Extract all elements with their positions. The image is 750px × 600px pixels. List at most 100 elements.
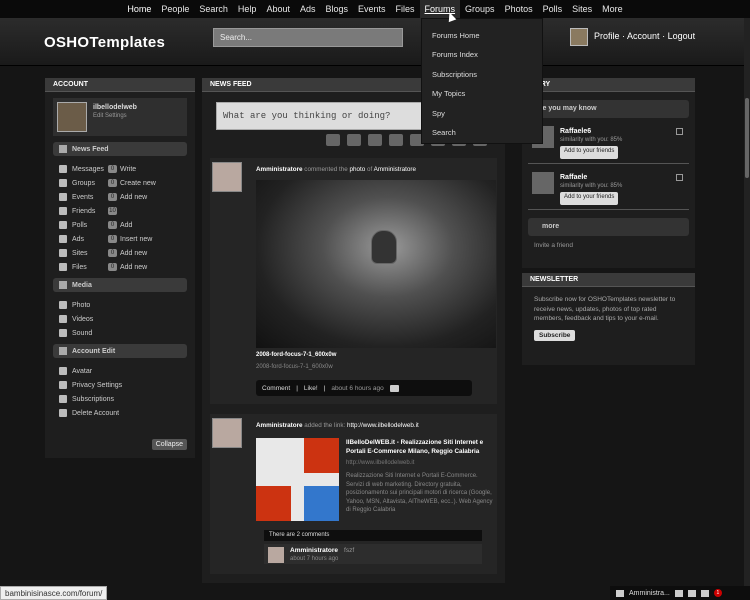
create-group-link[interactable]: Create new — [120, 180, 156, 187]
add-friend-button[interactable]: Add to your friends — [560, 192, 619, 205]
account-row-privacy[interactable]: Privacy Settings — [59, 378, 195, 392]
photo-link[interactable]: Photo — [72, 302, 90, 309]
nav-home[interactable]: Home — [122, 0, 156, 18]
media-row-photo[interactable]: Photo — [59, 298, 195, 312]
messages-link[interactable]: Messages — [72, 166, 108, 173]
delete-account-link[interactable]: Delete Account — [72, 410, 119, 417]
add-file-link[interactable]: Add new — [120, 264, 147, 271]
add-event-link[interactable]: Add new — [120, 194, 147, 201]
nav-photos[interactable]: Photos — [500, 0, 538, 18]
subscriptions-link[interactable]: Subscriptions — [72, 396, 114, 403]
nav-more[interactable]: More — [597, 0, 628, 18]
page-scrollbar[interactable] — [744, 18, 750, 598]
comments-count[interactable]: There are 2 comments — [264, 530, 482, 541]
post-target-link[interactable]: Amministratore — [374, 166, 416, 173]
account-edit-section[interactable]: Account Edit — [53, 344, 187, 358]
nav-sites[interactable]: Sites — [567, 0, 597, 18]
menu-item-subscriptions[interactable]: Subscriptions — [422, 66, 542, 85]
add-friend-button[interactable]: Add to your friends — [560, 146, 619, 159]
site-logo[interactable]: OSHOTemplates — [44, 34, 165, 51]
share-emoticon-icon[interactable] — [347, 134, 361, 146]
polls-link[interactable]: Polls — [72, 222, 108, 229]
nav-files[interactable]: Files — [391, 0, 420, 18]
post-avatar[interactable] — [212, 162, 242, 192]
share-event-icon[interactable] — [389, 134, 403, 146]
person-avatar[interactable] — [532, 172, 554, 194]
close-icon[interactable] — [676, 128, 683, 135]
edit-settings-link[interactable]: Edit Settings — [93, 113, 127, 119]
subscribe-button[interactable]: Subscribe — [534, 329, 576, 341]
post-author[interactable]: Amministratore — [256, 422, 303, 429]
post-object-link[interactable]: photo — [349, 166, 365, 173]
add-site-link[interactable]: Add new — [120, 250, 147, 257]
profile-avatar[interactable] — [57, 102, 87, 132]
person-name[interactable]: Raffaele — [560, 174, 587, 181]
avatar-link[interactable]: Avatar — [72, 368, 92, 375]
collapse-button[interactable]: Collapse — [151, 439, 187, 450]
files-link[interactable]: Files — [72, 264, 108, 271]
account-link[interactable]: Account — [627, 31, 660, 41]
nav-about[interactable]: About — [261, 0, 295, 18]
nav-events[interactable]: Events — [353, 0, 391, 18]
close-icon[interactable] — [676, 174, 683, 181]
menu-item-my-topics[interactable]: My Topics — [422, 85, 542, 104]
groups-link[interactable]: Groups — [72, 180, 108, 187]
insert-ad-link[interactable]: Insert new — [120, 236, 152, 243]
comment-button[interactable]: Comment — [262, 385, 290, 392]
logout-link[interactable]: Logout — [668, 31, 696, 41]
menu-item-search[interactable]: Search — [422, 124, 542, 143]
link-title[interactable]: IlBelloDelWEB.it - Realizzazione Siti In… — [346, 438, 496, 456]
post-avatar[interactable] — [212, 418, 242, 448]
like-button[interactable]: Like! — [304, 385, 318, 392]
add-poll-link[interactable]: Add — [120, 222, 132, 229]
notification-badge[interactable]: 1 — [713, 589, 722, 597]
people-you-may-know-bar[interactable]: ople you may know — [528, 100, 689, 118]
nav-people[interactable]: People — [156, 0, 194, 18]
chat-user[interactable]: Amministra... — [629, 590, 670, 597]
media-row-videos[interactable]: Videos — [59, 312, 195, 326]
menu-item-forums-home[interactable]: Forums Home — [422, 27, 542, 46]
post-url-link[interactable]: http://www.ilbellodelweb.it — [347, 422, 419, 429]
link-url[interactable]: http://www.ilbellodelweb.it — [346, 460, 414, 466]
share-group-icon[interactable] — [368, 134, 382, 146]
share-photo-icon[interactable] — [326, 134, 340, 146]
media-section[interactable]: Media — [53, 278, 187, 292]
profile-name[interactable]: ilbellodelweb — [93, 104, 137, 111]
menu-item-forums-index[interactable]: Forums Index — [422, 46, 542, 65]
ads-link[interactable]: Ads — [72, 236, 108, 243]
account-row-subscriptions[interactable]: Subscriptions — [59, 392, 195, 406]
post-photo[interactable] — [256, 180, 496, 348]
news-feed-section[interactable]: News Feed — [53, 142, 187, 156]
sites-link[interactable]: Sites — [72, 250, 108, 257]
sound-link[interactable]: Sound — [72, 330, 92, 337]
comment-author[interactable]: Amministratore — [290, 547, 338, 554]
search-input[interactable]: Search... — [213, 28, 403, 47]
chat-icon[interactable] — [700, 589, 709, 597]
videos-link[interactable]: Videos — [72, 316, 93, 323]
person-name[interactable]: Raffaele6 — [560, 128, 591, 135]
nav-ads[interactable]: Ads — [295, 0, 321, 18]
nav-groups[interactable]: Groups — [460, 0, 500, 18]
media-row-sound[interactable]: Sound — [59, 326, 195, 340]
invite-friend-link[interactable]: Invite a friend — [534, 242, 695, 249]
mail-icon[interactable] — [674, 589, 683, 597]
scroll-thumb[interactable] — [745, 98, 749, 178]
nav-search[interactable]: Search — [194, 0, 233, 18]
events-link[interactable]: Events — [72, 194, 108, 201]
link-thumbnail[interactable] — [256, 438, 339, 521]
post-author[interactable]: Amministratore — [256, 166, 303, 173]
user-avatar[interactable] — [570, 28, 588, 46]
comment-avatar[interactable] — [268, 547, 284, 563]
friends-link[interactable]: Friends — [72, 208, 108, 215]
more-button[interactable]: more — [528, 218, 689, 236]
nav-blogs[interactable]: Blogs — [320, 0, 353, 18]
profile-link[interactable]: Profile — [594, 31, 620, 41]
write-link[interactable]: Write — [120, 166, 136, 173]
menu-item-spy[interactable]: Spy — [422, 105, 542, 124]
privacy-link[interactable]: Privacy Settings — [72, 382, 122, 389]
nav-help[interactable]: Help — [233, 0, 262, 18]
friends-icon[interactable] — [687, 589, 696, 597]
account-row-delete[interactable]: Delete Account — [59, 406, 195, 420]
photo-title[interactable]: 2008-ford-focus-7-1_600x0w — [256, 352, 336, 358]
nav-polls[interactable]: Polls — [538, 0, 568, 18]
